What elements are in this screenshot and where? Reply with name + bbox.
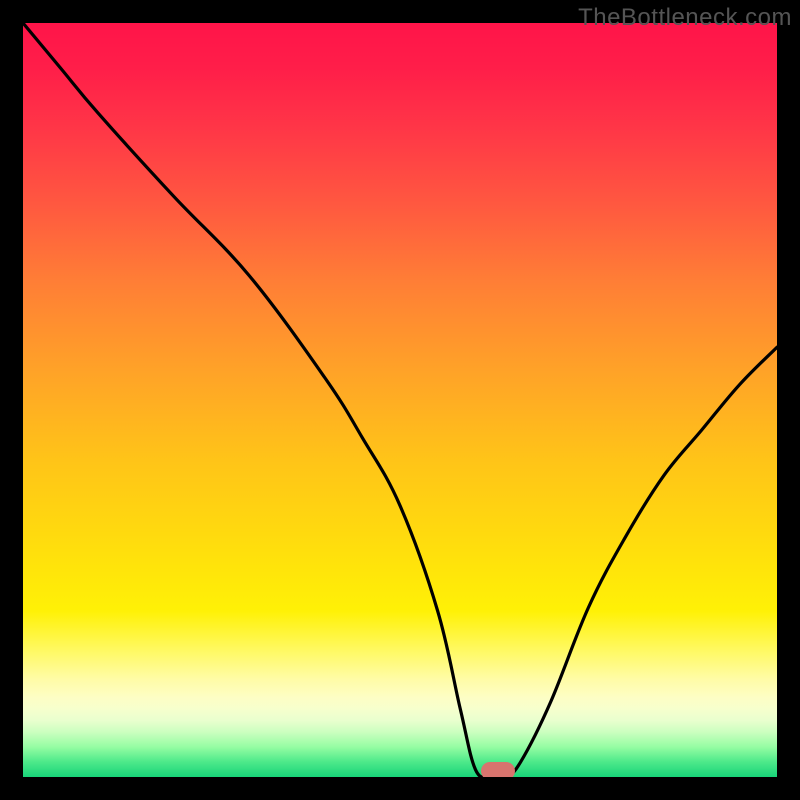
chart-container: TheBottleneck.com xyxy=(0,0,800,800)
optimal-marker xyxy=(481,762,515,777)
plot-area xyxy=(23,23,777,777)
bottleneck-curve xyxy=(23,23,777,777)
watermark-text: TheBottleneck.com xyxy=(578,4,792,32)
